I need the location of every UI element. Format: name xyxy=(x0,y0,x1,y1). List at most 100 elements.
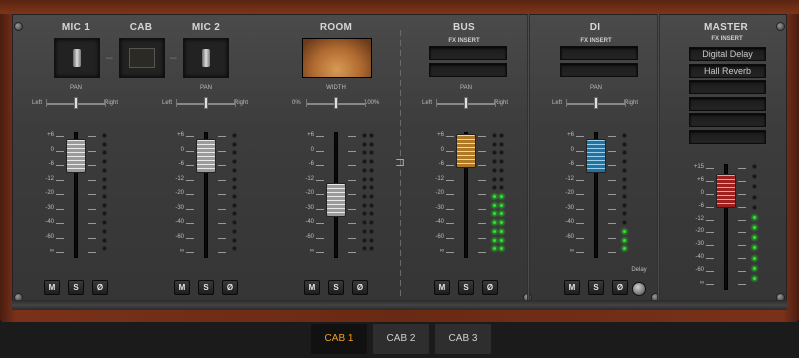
bus-fader[interactable] xyxy=(456,134,476,169)
room-solo-button[interactable]: S xyxy=(328,280,344,295)
room-scale-tick xyxy=(348,223,356,224)
master-fader[interactable] xyxy=(716,174,736,209)
bus-phase-button[interactable]: Ø xyxy=(482,280,498,295)
mic2-pan-tick xyxy=(235,99,236,107)
mic2-meter-led xyxy=(232,237,237,243)
bus-scale-tick xyxy=(446,136,454,137)
di-scale-tick xyxy=(576,208,584,210)
bus-pan-tick xyxy=(495,99,496,107)
master-meter-led xyxy=(752,204,757,210)
bus-scale-label: -6 xyxy=(438,161,444,167)
mic2-scale-tick xyxy=(218,208,226,210)
mic1-scale-label: -20 xyxy=(45,190,54,196)
mic1-scale-tick xyxy=(88,150,96,152)
bus-scale-tick xyxy=(478,252,486,253)
mic1-fader[interactable] xyxy=(66,138,86,173)
bus-scale-tick xyxy=(446,150,454,152)
master-scale-tick xyxy=(738,193,746,195)
bus-scale-label: -60 xyxy=(435,233,444,240)
di-scale-tick xyxy=(608,179,616,181)
bus-meter-led xyxy=(499,228,504,234)
mic2-meter-led xyxy=(232,228,237,234)
master-scale-tick xyxy=(738,258,746,260)
master-fx-slot[interactable]: Hall Reverb xyxy=(689,63,766,78)
mic2-scale-tick xyxy=(218,223,226,224)
mic1-pan-tick xyxy=(46,99,47,107)
mic2-scale-tick xyxy=(218,252,226,253)
di-solo-button[interactable]: S xyxy=(588,280,604,295)
mic1-pan-knob[interactable] xyxy=(74,97,78,109)
link-dash: – xyxy=(106,50,113,64)
room-width-knob[interactable] xyxy=(334,97,338,109)
mic1-solo-button[interactable]: S xyxy=(68,280,84,295)
mic1-mute-button[interactable]: M xyxy=(44,280,60,295)
bus-mute-button[interactable]: M xyxy=(434,280,450,295)
di-meter-led xyxy=(622,194,627,199)
di-fx-slot[interactable] xyxy=(560,63,638,77)
mic2-selector[interactable] xyxy=(183,38,229,78)
di-pan-knob[interactable] xyxy=(594,97,598,109)
bus-fx-slot[interactable] xyxy=(429,63,507,77)
bus-fx-slot[interactable] xyxy=(429,46,507,60)
mic1-scale-tick xyxy=(56,237,64,239)
mic1-phase-button[interactable]: Ø xyxy=(92,280,108,295)
mic2-scale-tick xyxy=(186,252,194,253)
mic2-mute-button[interactable]: M xyxy=(174,280,190,295)
room-meter-led xyxy=(369,237,374,243)
room-meter-led xyxy=(362,141,367,147)
room-meter-led xyxy=(362,167,367,173)
bus-scale-tick xyxy=(446,179,454,181)
room-meter-led xyxy=(369,141,374,147)
di-mute-button[interactable]: M xyxy=(564,280,580,295)
master-scale-label: +6 xyxy=(697,176,704,183)
mic2-scale-tick xyxy=(186,194,194,195)
master-fx-slot[interactable] xyxy=(689,80,766,94)
mic2-fader[interactable] xyxy=(196,138,216,173)
master-fx-slot[interactable]: Digital Delay xyxy=(689,47,766,61)
di-pan-label: PAN xyxy=(590,85,602,91)
room-scale-label: -30 xyxy=(305,204,314,211)
di-meter-led xyxy=(622,141,627,147)
master-fx-slot[interactable] xyxy=(689,96,766,111)
di-scale-tick xyxy=(608,165,616,166)
room-scale-tick xyxy=(316,194,324,195)
master-scale-label: 0 xyxy=(700,189,704,196)
room-meter-led xyxy=(369,167,374,173)
mic2-phase-button[interactable]: Ø xyxy=(222,280,238,295)
di-phase-button[interactable]: Ø xyxy=(612,280,628,295)
room-scale-label: -6 xyxy=(308,161,314,167)
delay-knob[interactable] xyxy=(632,282,646,296)
master-fx-slot[interactable] xyxy=(689,129,766,144)
mic2-pan-knob[interactable] xyxy=(204,97,208,109)
master-meter-led xyxy=(752,275,757,281)
master-scale-label: -20 xyxy=(695,228,704,235)
room-mute-button[interactable]: M xyxy=(304,280,320,295)
master-fx-slot[interactable] xyxy=(689,113,766,127)
mic1-scale-tick xyxy=(88,165,96,166)
di-meter-led xyxy=(622,176,627,182)
mic1-meter-led xyxy=(102,176,107,182)
room-selector[interactable] xyxy=(302,38,372,78)
master-scale-tick xyxy=(706,219,714,221)
bus-meter-led xyxy=(492,167,497,173)
mic1-scale-label: -12 xyxy=(45,175,54,182)
di-scale-label: 0 xyxy=(570,146,574,153)
tab-cab-3[interactable]: CAB 3 xyxy=(435,324,491,354)
di-title: DI xyxy=(589,22,601,33)
mic2-solo-button[interactable]: S xyxy=(198,280,214,295)
room-fader[interactable] xyxy=(326,182,346,217)
di-scale-tick xyxy=(576,179,584,181)
cab-selector[interactable] xyxy=(119,38,165,78)
bus-pan-knob[interactable] xyxy=(464,97,468,109)
tab-cab-2[interactable]: CAB 2 xyxy=(373,324,429,354)
mic1-selector[interactable] xyxy=(54,38,100,78)
di-fader[interactable] xyxy=(586,138,606,173)
bus-solo-button[interactable]: S xyxy=(458,280,474,295)
di-fx-slot[interactable] xyxy=(560,46,638,60)
amp-mixer-window: ⊐ MIC 1 CAB MIC 2 ROOM BUS DI MASTER – –… xyxy=(0,0,799,358)
tab-cab-1[interactable]: CAB 1 xyxy=(311,324,367,354)
room-scale-label: -12 xyxy=(305,175,314,182)
room-phase-button[interactable]: Ø xyxy=(352,280,368,295)
mic2-scale-label: -40 xyxy=(175,219,184,225)
di-scale-tick xyxy=(576,194,584,195)
